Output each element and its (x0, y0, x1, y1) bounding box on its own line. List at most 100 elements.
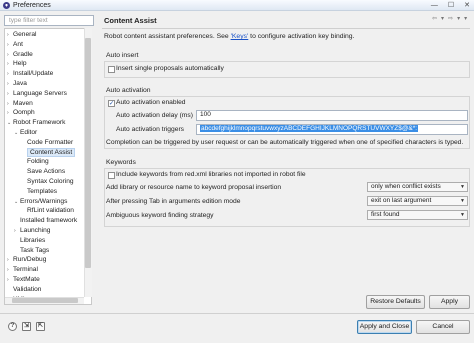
activation-delay-input[interactable]: 100 (196, 110, 468, 121)
tree-item-label: Launching (20, 227, 51, 234)
tree-item[interactable]: RfLint validation (21, 206, 74, 216)
auto-activation-enabled-checkbox[interactable]: ✓ (108, 100, 115, 107)
tree-item-label: Errors/Warnings (20, 197, 68, 205)
view-menu-chevron-icon[interactable]: ▾ (464, 15, 467, 22)
tree-item[interactable]: Task Tags (14, 246, 49, 256)
tree-item-label: Language Servers (13, 89, 67, 97)
page-title: Content Assist (104, 16, 157, 25)
tree-item-label: Content Assist (27, 147, 76, 157)
chevron-down-icon: ▼ (460, 212, 465, 218)
tree-item[interactable]: › Install/Update (7, 69, 53, 79)
tree-item[interactable]: › Gradle (7, 50, 33, 60)
tree-horizontal-scroll-thumb[interactable] (12, 298, 78, 303)
after-tab-select[interactable]: exit on last argument ▼ (367, 196, 468, 206)
tree-item[interactable]: Folding (21, 157, 49, 167)
keywords-group-title: Keywords (106, 159, 136, 166)
tree-item-label: Installed framework (20, 217, 78, 225)
ambiguous-strategy-select[interactable]: first found ▼ (367, 210, 468, 220)
tree-item-label: Syntax Coloring (27, 178, 74, 185)
tree-item-label: Terminal (13, 266, 38, 274)
add-library-name-value: only when conflict exists (371, 183, 441, 190)
tree-item[interactable]: ⌄ Robot Framework (7, 118, 65, 128)
tree-item[interactable]: › Ant (7, 40, 23, 50)
tree-item-label: Oomph (13, 109, 35, 117)
export-icon[interactable]: ⇱ (36, 322, 45, 331)
description-text-end: to configure activation key binding. (248, 33, 355, 40)
page-navigation: ⇦ ▾ ⇨ ▾ ▾ (432, 15, 467, 22)
add-library-name-select[interactable]: only when conflict exists ▼ (367, 182, 468, 192)
tree-item[interactable]: › Terminal (7, 265, 38, 275)
filter-input[interactable]: type filter text (4, 15, 94, 26)
activation-triggers-label: Auto activation triggers (116, 126, 185, 133)
chevron-down-icon: ▼ (460, 198, 465, 204)
include-red-keywords-checkbox[interactable] (108, 172, 115, 179)
completion-note: Completion can be triggered by user requ… (106, 139, 464, 146)
tree-item-label: Gradle (13, 50, 33, 58)
tree-item-label: Task Tags (20, 246, 50, 254)
tree-item[interactable]: Templates (21, 187, 57, 197)
preferences-tree: › General › Ant › Gradle › Help › Install/Update ›… (4, 28, 92, 305)
tree-item[interactable]: Content Assist (21, 147, 76, 158)
insert-single-proposals-label: Insert single proposals automatically (116, 65, 224, 72)
tree-item-label: Code Formatter (27, 138, 74, 146)
tree-item-label: Install/Update (13, 70, 54, 78)
tree-item[interactable]: › Maven (7, 99, 33, 109)
tree-item-label: Folding (27, 158, 49, 166)
tree-item-label: Validation (13, 285, 42, 293)
activation-triggers-value: abcdefghijklmnopqrstuvwxyzABCDEFGHIJKLMN… (200, 125, 419, 132)
apply-and-close-button[interactable]: Apply and Close (357, 320, 412, 334)
ambiguous-strategy-value: first found (371, 211, 400, 218)
tree-item[interactable]: ⌄ Errors/Warnings (14, 197, 67, 207)
tree-item-label: Java (13, 80, 27, 87)
insert-single-proposals-checkbox[interactable] (108, 66, 115, 73)
forward-arrow-icon[interactable]: ⇨ (448, 15, 453, 22)
activation-triggers-input[interactable]: abcdefghijklmnopqrstuvwxyzABCDEFGHIJKLMN… (196, 124, 468, 135)
tree-item[interactable]: Validation (7, 285, 41, 295)
include-red-keywords-label: Include keywords from red.xml libraries … (116, 171, 306, 178)
apply-button[interactable]: Apply (429, 295, 470, 309)
forward-menu-chevron-icon[interactable]: ▾ (457, 15, 460, 22)
tree-item-label: Help (13, 60, 27, 68)
tree-item-label: Libraries (20, 236, 46, 244)
activation-delay-label: Auto activation delay (ms) (116, 112, 193, 119)
tree-item[interactable]: › Help (7, 59, 27, 69)
tree-item[interactable]: › TextMate (7, 275, 40, 285)
back-arrow-icon[interactable]: ⇦ (432, 15, 437, 22)
after-tab-label: After pressing Tab in arguments edition … (106, 198, 241, 205)
tree-item-label: Run/Debug (13, 256, 47, 264)
tree-item-label: General (13, 31, 37, 38)
ambiguous-strategy-label: Ambiguous keyword finding strategy (106, 212, 214, 219)
tree-item[interactable]: › General (7, 30, 36, 40)
auto-activation-enabled-label: Auto activation enabled (116, 99, 186, 106)
tree-item[interactable]: Installed framework (14, 216, 77, 226)
window-title-bar (0, 0, 474, 11)
tree-item-label: TextMate (13, 276, 40, 283)
import-icon[interactable]: ⇲ (22, 322, 31, 331)
tree-item[interactable]: Code Formatter (21, 138, 73, 148)
tree-item[interactable]: Syntax Coloring (21, 177, 74, 187)
window-title: Preferences (13, 2, 51, 9)
tree-item[interactable]: Libraries (14, 236, 45, 246)
tree-vertical-scroll-thumb[interactable] (85, 38, 91, 268)
minimize-icon[interactable]: — (431, 1, 438, 10)
tree-item-label: Editor (20, 129, 38, 136)
footer-divider (0, 313, 474, 314)
tree-item[interactable]: › Language Servers (7, 89, 67, 99)
tree-item[interactable]: Save Actions (21, 167, 65, 177)
restore-defaults-button[interactable]: Restore Defaults (366, 295, 425, 309)
tree-item[interactable]: › Java (7, 79, 27, 89)
tree-item[interactable]: › Launching (14, 226, 50, 236)
tree-item[interactable]: › Oomph (7, 108, 35, 118)
tree-item-label: Templates (27, 187, 58, 195)
tree-item[interactable]: › Run/Debug (7, 255, 46, 265)
auto-activation-group-title: Auto activation (106, 87, 151, 94)
add-library-name-label: Add library or resource name to keyword … (106, 184, 282, 191)
back-menu-chevron-icon[interactable]: ▾ (441, 15, 444, 22)
close-icon[interactable]: ✕ (464, 1, 470, 10)
help-icon[interactable]: ? (8, 322, 17, 331)
tree-item[interactable]: ⌄ Editor (14, 128, 37, 138)
tree-item-label: Robot Framework (13, 119, 66, 127)
keys-link[interactable]: 'Keys' (231, 33, 249, 40)
maximize-icon[interactable]: ☐ (448, 1, 454, 10)
cancel-button[interactable]: Cancel (416, 320, 470, 334)
